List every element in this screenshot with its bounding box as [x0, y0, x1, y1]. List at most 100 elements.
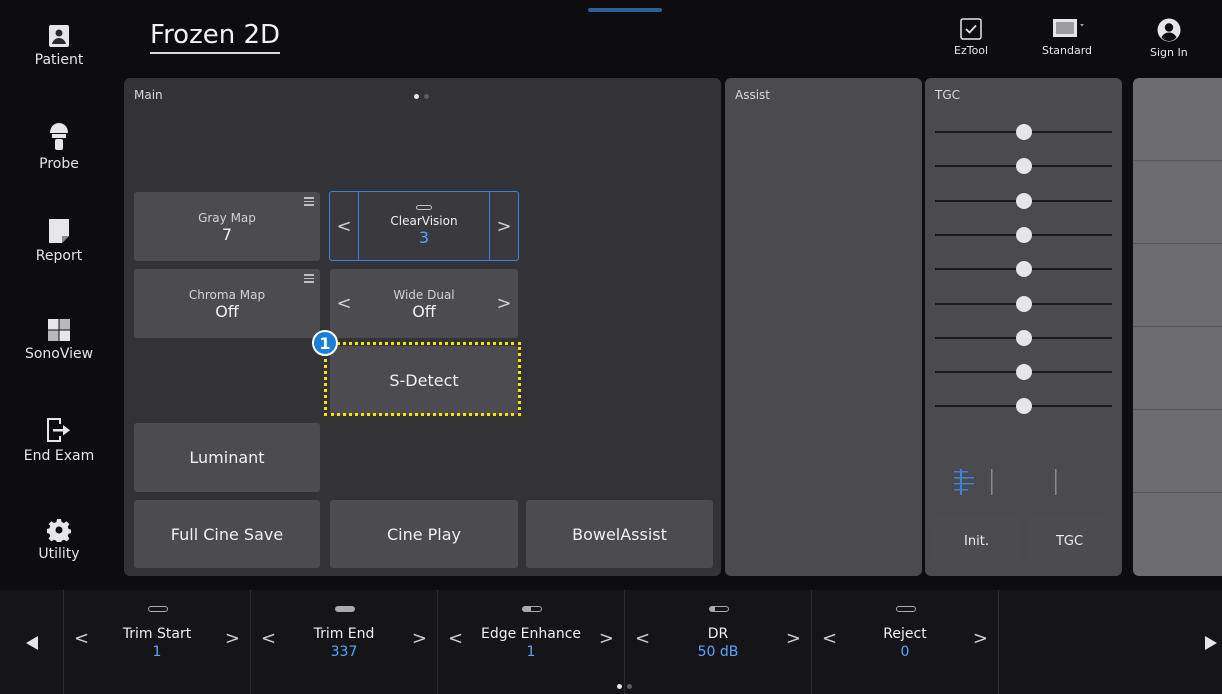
- s-detect-button[interactable]: S-Detect: [330, 346, 518, 415]
- tgc-slider[interactable]: [935, 158, 1112, 175]
- main-page-dots: [414, 94, 429, 99]
- cine-play-button[interactable]: Cine Play: [330, 500, 518, 568]
- tgc-slider-knob[interactable]: [1015, 158, 1032, 175]
- tgc-slider-knob[interactable]: [1015, 364, 1032, 381]
- luminant-label: Luminant: [189, 448, 265, 467]
- tgc-panel-title: TGC: [935, 88, 961, 102]
- full-cine-save-label: Full Cine Save: [170, 524, 284, 544]
- chroma-map-label: Chroma Map: [188, 287, 266, 302]
- clearvision-decrease-button[interactable]: <: [330, 192, 358, 260]
- wide-dual-control[interactable]: < > Wide Dual Off: [330, 269, 518, 338]
- right-panel-cell[interactable]: [1133, 410, 1222, 493]
- report-icon: [49, 219, 69, 243]
- sign-in-button[interactable]: Sign In: [1150, 18, 1188, 59]
- tgc-slider[interactable]: [935, 226, 1112, 243]
- bottom-control-value: 50 dB: [697, 644, 739, 660]
- bottom-control-empty: [998, 590, 1185, 694]
- clearvision-increase-button[interactable]: >: [490, 192, 518, 260]
- bottom-control[interactable]: Trim Start 1 < >: [63, 590, 250, 694]
- page-title: Frozen 2D: [150, 18, 281, 54]
- decrease-arrow[interactable]: <: [74, 628, 89, 649]
- page-dot-1[interactable]: [414, 94, 419, 99]
- decrease-arrow[interactable]: <: [822, 628, 837, 649]
- tgc-slider[interactable]: [935, 398, 1112, 415]
- bottom-control-value: 0: [900, 644, 910, 660]
- page-dot-1[interactable]: [617, 684, 622, 689]
- nav-probe[interactable]: Probe: [0, 122, 118, 172]
- page-dot-2[interactable]: [424, 94, 429, 99]
- level-pill-icon: [521, 606, 542, 612]
- chroma-map-button[interactable]: Chroma Map Off: [134, 269, 320, 338]
- clearvision-label: ClearVision: [390, 214, 458, 228]
- increase-arrow[interactable]: >: [599, 628, 614, 649]
- tgc-button[interactable]: TGC: [1027, 517, 1112, 566]
- eztool-button[interactable]: EzTool: [954, 18, 988, 57]
- previous-page-icon[interactable]: [26, 636, 38, 650]
- nav-report[interactable]: Report: [0, 218, 118, 264]
- wide-dual-label: Wide Dual: [393, 287, 455, 302]
- tgc-slider-knob[interactable]: [1015, 398, 1032, 415]
- decrease-arrow[interactable]: <: [635, 628, 650, 649]
- right-panel-cell[interactable]: [1133, 244, 1222, 327]
- nav-patient[interactable]: Patient: [0, 24, 118, 68]
- gear-icon: [47, 519, 71, 542]
- wide-dual-increase-button[interactable]: >: [490, 269, 518, 338]
- right-panel-cell[interactable]: [1133, 78, 1222, 161]
- bottom-control[interactable]: Reject 0 < >: [811, 590, 998, 694]
- increase-arrow[interactable]: >: [973, 628, 988, 649]
- tgc-slider-knob[interactable]: [1015, 226, 1032, 243]
- main-panel-title: Main: [134, 88, 163, 102]
- tgc-slider-knob[interactable]: [1015, 329, 1032, 346]
- bottom-control[interactable]: Trim End 337 < >: [250, 590, 437, 694]
- tgc-curve-icon: [954, 469, 1057, 495]
- level-pill-icon: [895, 606, 916, 612]
- tgc-slider-knob[interactable]: [1015, 124, 1032, 140]
- luminant-button[interactable]: Luminant: [134, 423, 320, 492]
- tgc-slider-knob[interactable]: [1015, 261, 1032, 278]
- right-panel-cell[interactable]: [1133, 327, 1222, 410]
- right-side-panel: [1133, 78, 1222, 576]
- clearvision-control[interactable]: < > ClearVision 3: [329, 191, 519, 261]
- nav-report-label: Report: [35, 248, 83, 264]
- tgc-slider[interactable]: [935, 329, 1112, 346]
- increase-arrow[interactable]: >: [786, 628, 801, 649]
- decrease-arrow[interactable]: <: [448, 628, 463, 649]
- menu-icon[interactable]: [304, 197, 314, 206]
- next-page-icon[interactable]: [1205, 636, 1217, 650]
- gray-map-button[interactable]: Gray Map 7: [134, 192, 320, 261]
- decrease-arrow[interactable]: <: [261, 628, 276, 649]
- tgc-init-button[interactable]: Init.: [934, 517, 1019, 566]
- increase-arrow[interactable]: >: [225, 628, 240, 649]
- nav-utility[interactable]: Utility: [0, 518, 118, 562]
- bottom-control-value: 1: [152, 644, 162, 660]
- tgc-slider[interactable]: [935, 192, 1112, 209]
- tgc-slider[interactable]: [935, 295, 1112, 312]
- bottom-control-label: Trim Start: [122, 626, 192, 642]
- page-dot-2[interactable]: [627, 684, 632, 689]
- tgc-slider-knob[interactable]: [1015, 295, 1032, 312]
- wide-dual-decrease-button[interactable]: <: [330, 269, 358, 338]
- monitor-icon: [1053, 19, 1085, 37]
- menu-icon[interactable]: [304, 274, 314, 283]
- increase-arrow[interactable]: >: [412, 628, 427, 649]
- bottom-control-label: Edge Enhance: [480, 626, 582, 642]
- bottom-control[interactable]: Edge Enhance 1 < >: [437, 590, 624, 694]
- standard-button[interactable]: Standard: [1042, 18, 1092, 57]
- tgc-slider-knob[interactable]: [1015, 192, 1032, 209]
- nav-sonoview-label: SonoView: [24, 346, 94, 362]
- tgc-slider[interactable]: [935, 261, 1112, 278]
- bottom-control[interactable]: DR 50 dB < >: [624, 590, 811, 694]
- tgc-slider[interactable]: [935, 364, 1112, 381]
- bottom-control-label: Reject: [883, 626, 927, 642]
- full-cine-save-button[interactable]: Full Cine Save: [134, 500, 320, 568]
- tgc-slider[interactable]: [935, 124, 1112, 140]
- sign-in-label: Sign In: [1150, 46, 1188, 59]
- end-exam-icon: [47, 418, 70, 442]
- bowel-assist-button[interactable]: BowelAssist: [526, 500, 713, 568]
- right-panel-cell[interactable]: [1133, 161, 1222, 244]
- nav-end-exam[interactable]: End Exam: [0, 416, 118, 464]
- nav-sonoview[interactable]: SonoView: [0, 318, 118, 362]
- bottom-control-value: 1: [526, 644, 536, 660]
- top-page-indicator: [588, 8, 662, 12]
- level-pill-icon: [708, 606, 729, 612]
